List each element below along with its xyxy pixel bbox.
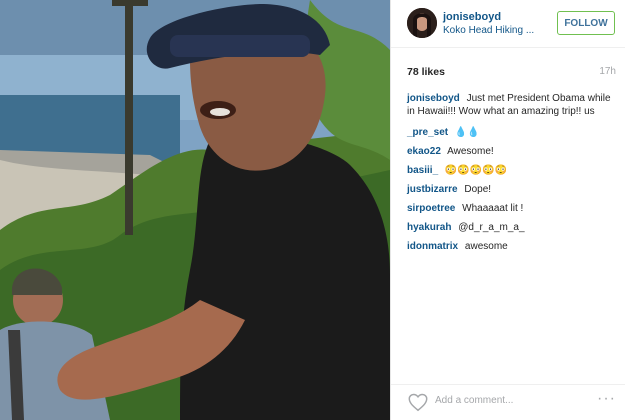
comment-text: Dope!: [464, 184, 492, 195]
comment-item: basiii_ 😳😳😳😳😳: [407, 164, 617, 177]
comment-item: justbizarre Dope!: [407, 183, 617, 196]
comment-username[interactable]: hyakurah: [407, 222, 451, 233]
post-header: joniseboyd Koko Head Hiking ... FOLLOW: [391, 0, 625, 48]
comment-item: joniseboyd Just met President Obama whil…: [407, 92, 617, 118]
comment-username[interactable]: _pre_set: [407, 127, 448, 138]
comment-text: 💧💧: [454, 127, 480, 138]
photo-scene: [0, 0, 390, 420]
comment-username[interactable]: sirpoetree: [407, 203, 455, 214]
post-stats: 78 likes 17h: [391, 58, 625, 82]
instagram-post: joniseboyd Koko Head Hiking ... FOLLOW 7…: [0, 0, 625, 420]
post-photo[interactable]: [0, 0, 390, 420]
comment-item: idonmatrix awesome: [407, 240, 617, 253]
more-options-icon[interactable]: ···: [597, 391, 616, 407]
follow-button[interactable]: FOLLOW: [557, 11, 615, 35]
comment-item: ekao22 Awesome!: [407, 145, 617, 158]
comment-username[interactable]: justbizarre: [407, 184, 458, 195]
heart-shape: [408, 393, 428, 412]
heart-icon[interactable]: [407, 391, 429, 413]
avatar-image: [407, 8, 437, 38]
avatar[interactable]: [407, 8, 437, 38]
comment-text: Whaaaaat lit !: [462, 203, 524, 214]
username-link[interactable]: joniseboyd: [443, 11, 501, 23]
post-footer: Add a comment... ···: [391, 384, 625, 420]
comment-input[interactable]: Add a comment...: [435, 395, 513, 406]
comment-text: 😳😳😳😳😳: [444, 165, 508, 176]
comment-username[interactable]: basiii_: [407, 165, 438, 176]
comment-item: _pre_set 💧💧: [407, 126, 617, 139]
post-sidebar: joniseboyd Koko Head Hiking ... FOLLOW 7…: [390, 0, 625, 420]
comment-item: hyakurah @d_r_a_m_a_: [407, 221, 617, 234]
comment-item: sirpoetree Whaaaaat lit !: [407, 202, 617, 215]
location-link[interactable]: Koko Head Hiking ...: [443, 25, 534, 36]
comment-username[interactable]: joniseboyd: [407, 93, 460, 104]
post-timestamp: 17h: [599, 66, 616, 77]
likes-count[interactable]: 78 likes: [407, 66, 445, 78]
comment-text: Awesome!: [447, 146, 494, 157]
comment-username[interactable]: ekao22: [407, 146, 441, 157]
comment-text: @d_r_a_m_a_: [458, 222, 525, 233]
comment-text: awesome: [464, 241, 508, 252]
comment-username[interactable]: idonmatrix: [407, 241, 458, 252]
comments-list: joniseboyd Just met President Obama whil…: [407, 92, 617, 259]
